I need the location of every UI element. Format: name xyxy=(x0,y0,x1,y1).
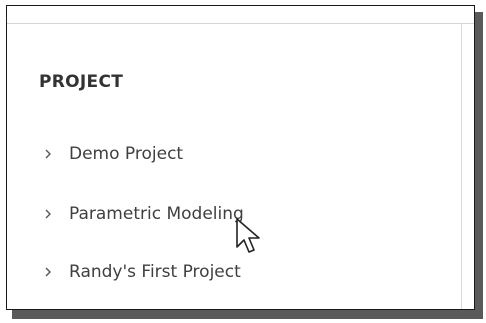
tree-item-label: Randy's First Project xyxy=(69,262,241,282)
scrollbar-track[interactable] xyxy=(461,23,462,309)
chevron-right-icon[interactable] xyxy=(39,263,57,281)
tree-item-parametric-modeling[interactable]: Parametric Modeling xyxy=(39,201,244,227)
tree-item-randys-first-project[interactable]: Randy's First Project xyxy=(39,259,241,285)
section-title: PROJECT xyxy=(39,72,124,92)
divider xyxy=(7,23,474,24)
tree-item-label: Parametric Modeling xyxy=(69,204,244,224)
chevron-right-icon[interactable] xyxy=(39,145,57,163)
chevron-right-icon[interactable] xyxy=(39,205,57,223)
tree-item-label: Demo Project xyxy=(69,144,184,164)
project-panel: PROJECT Demo Project Parametric Modeling… xyxy=(6,5,475,310)
tree-item-demo-project[interactable]: Demo Project xyxy=(39,141,183,167)
